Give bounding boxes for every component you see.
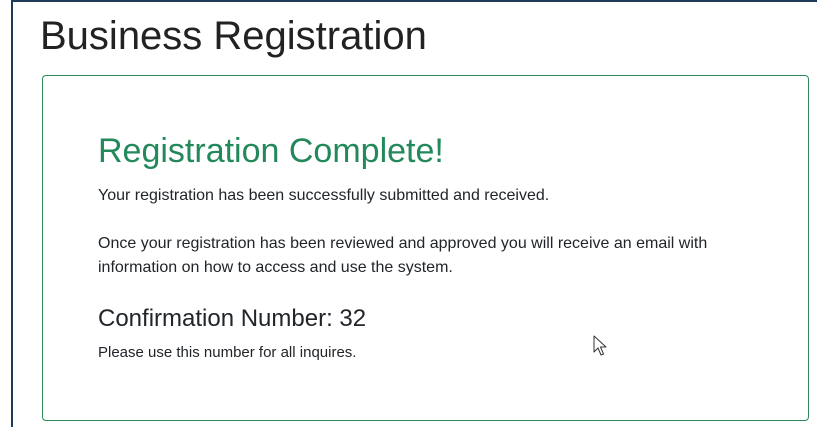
confirmation-card: Registration Complete! Your registration… [42,75,809,421]
submitted-message: Your registration has been successfully … [98,187,550,204]
confirmation-number-value: 32 [339,305,367,332]
confirmation-number-label: Confirmation Number: [98,305,333,332]
confirmation-number-heading: Confirmation Number: 32 [98,305,366,334]
inquiry-note: Please use this number for all inquires. [98,344,357,361]
mouse-pointer-icon [593,335,607,356]
registration-complete-heading: Registration Complete! [98,132,444,170]
page-title: Business Registration [40,14,427,58]
review-message: Once your registration has been reviewed… [98,235,708,276]
